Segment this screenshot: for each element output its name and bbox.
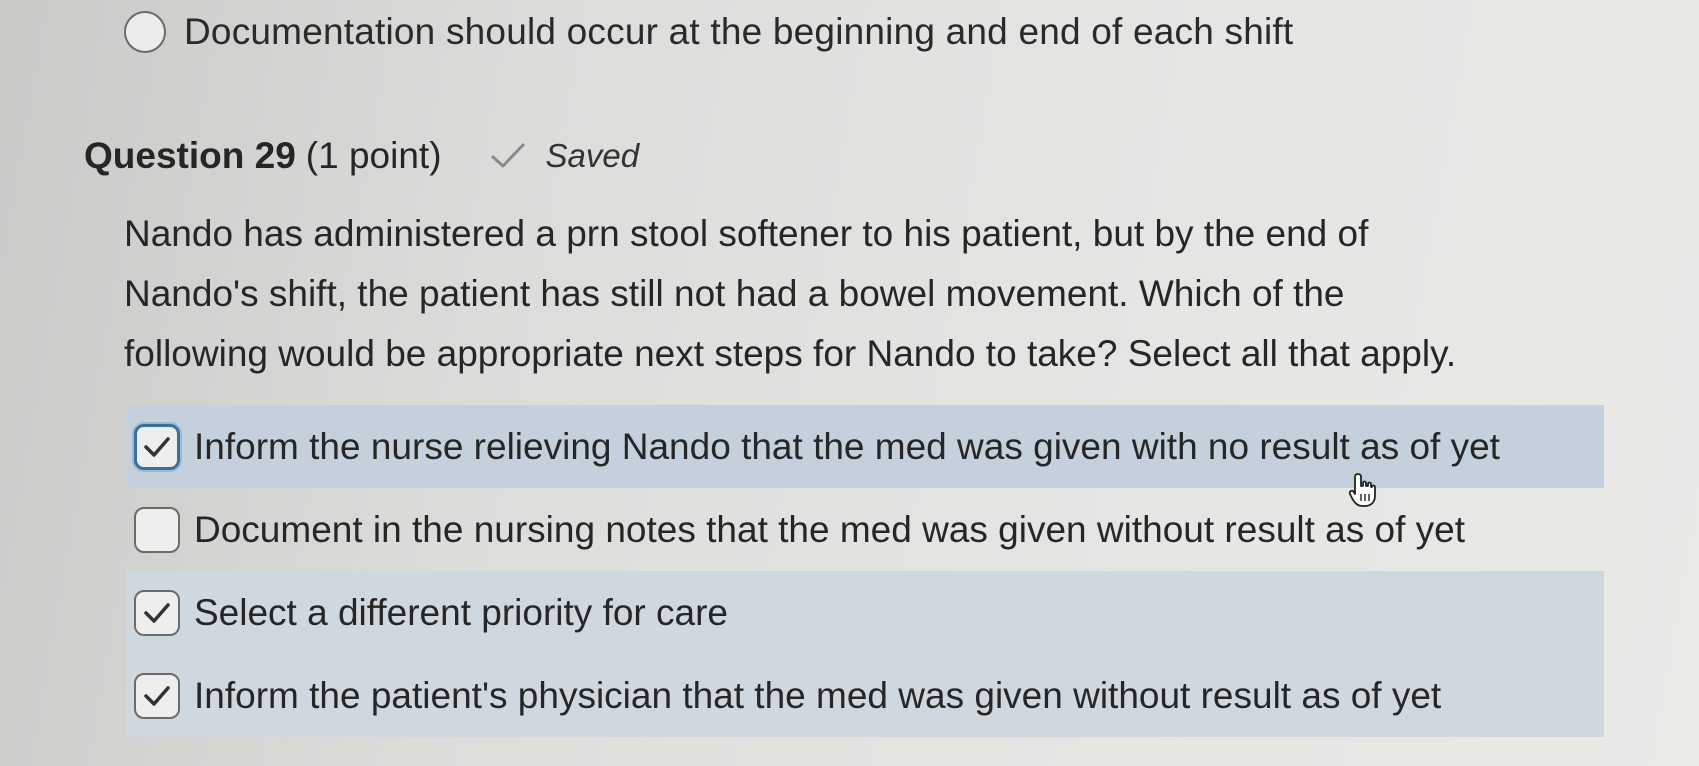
checkbox-unchecked[interactable] [134, 506, 180, 553]
checkmark-icon [144, 685, 170, 706]
question-text-line: Nando has administered a prn stool softe… [124, 213, 1369, 254]
answer-option-label: Document in the nursing notes that the m… [194, 508, 1466, 550]
question-text-line: following would be appropriate next step… [124, 333, 1457, 374]
previous-option-label: Documentation should occur at the beginn… [184, 11, 1294, 52]
answer-options: Inform the nurse relieving Nando that th… [126, 405, 1604, 737]
question-title: Question 29 [84, 135, 296, 176]
question-text-line: Nando's shift, the patient has still not… [124, 273, 1345, 314]
saved-status: Saved [545, 137, 640, 174]
checkbox-checked[interactable] [134, 589, 180, 636]
hand-pointer-icon [1348, 473, 1376, 507]
question-text: Nando has administered a prn stool softe… [124, 204, 1604, 384]
checkmark-icon [144, 602, 170, 623]
checkmark-icon [491, 143, 525, 168]
checkbox-checked[interactable] [134, 672, 180, 719]
answer-option-label: Inform the patient's physician that the … [194, 674, 1442, 716]
answer-option[interactable]: Inform the nurse relieving Nando that th… [126, 405, 1604, 488]
answer-option[interactable]: Inform the patient's physician that the … [126, 654, 1604, 737]
answer-option[interactable]: Select a different priority for care [126, 571, 1604, 654]
answer-option-label: Inform the nurse relieving Nando that th… [194, 425, 1500, 467]
checkmark-icon [144, 436, 170, 457]
question-points: (1 point) [305, 135, 442, 176]
radio-button[interactable] [124, 11, 166, 53]
question-header: Question 29 (1 point) Saved [84, 128, 639, 184]
answer-option[interactable]: Document in the nursing notes that the m… [126, 488, 1604, 571]
checkbox-checked[interactable] [134, 423, 180, 470]
answer-option-label: Select a different priority for care [194, 591, 729, 633]
previous-question-option[interactable]: Documentation should occur at the beginn… [124, 4, 1293, 60]
